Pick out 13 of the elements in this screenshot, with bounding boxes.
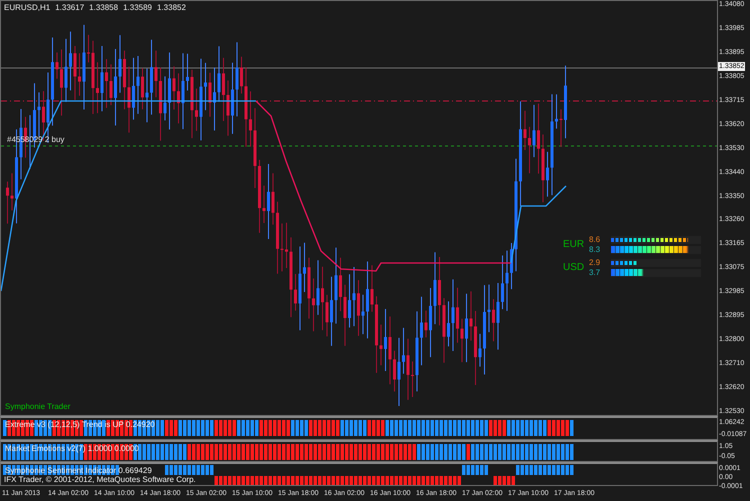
ohlc-value: 1.33858 [89,3,118,12]
strength-reading: 2.9 [589,258,602,267]
strength-reading: 8.6 [589,235,602,244]
currency-label: EUR [563,239,583,250]
strength-reading: 3.7 [589,268,602,277]
ohlc-value: 1.33589 [123,3,152,12]
indicator-name: Symphonie Trader [5,402,70,411]
symbol-label: EURUSD,H1 [4,3,50,12]
ohlc-value: 1.33617 [55,3,84,12]
strength-reading: 8.3 [589,245,602,254]
copyright-text: IFX Trader, © 2001-2012, MetaQuotes Software Corp. [4,475,196,484]
ohlc-value: 1.33852 [157,3,186,12]
currency-label: USD [563,262,583,273]
